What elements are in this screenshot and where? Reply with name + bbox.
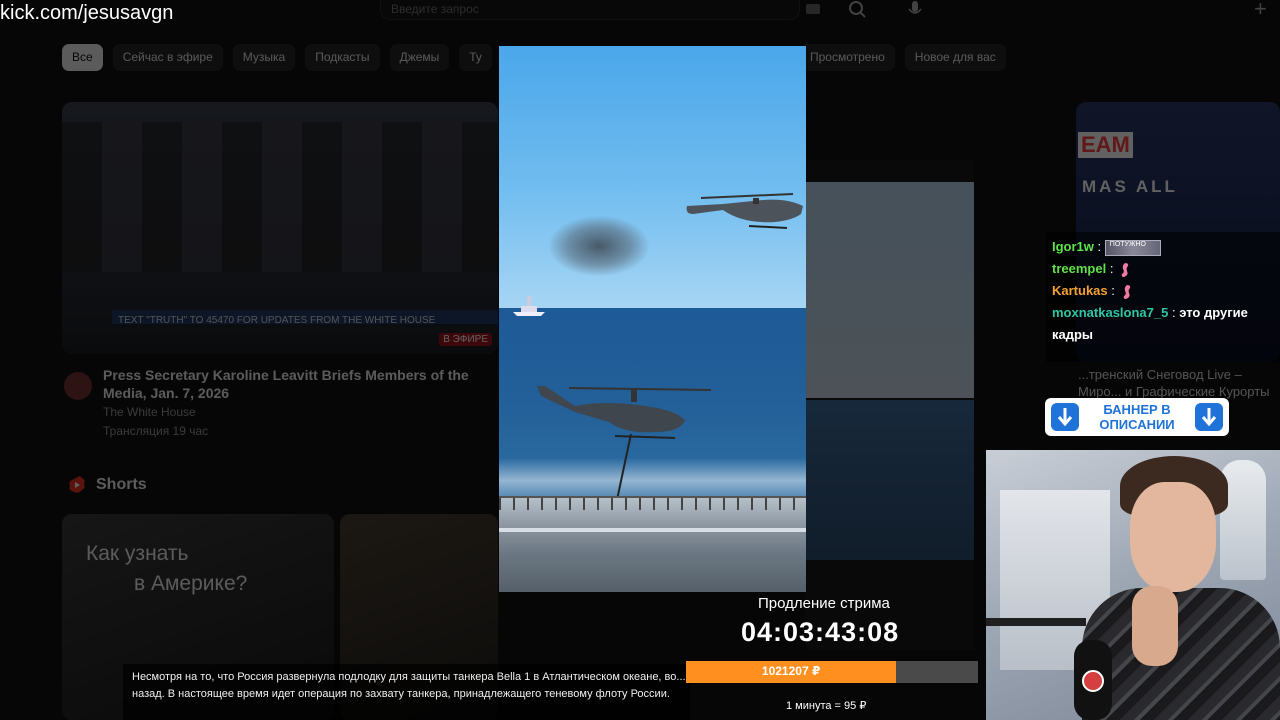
chip-new-for-you[interactable]: Новое для вас (904, 44, 1006, 71)
live-badge: В ЭФИРЕ (439, 333, 492, 346)
video-thumbnail[interactable]: TEXT "TRUTH" TO 45470 FOR UPDATES FROM T… (62, 102, 498, 354)
main-video-player[interactable] (499, 46, 806, 592)
stream-extension-label: Продление стрима (758, 595, 890, 612)
shorts-icon (69, 476, 85, 493)
helicopter (686, 193, 803, 229)
thumbnail-scene (62, 122, 498, 272)
thumbnail-lower-third: TEXT "TRUTH" TO 45470 FOR UPDATES FROM T… (112, 310, 498, 326)
yt-filter-chips-right: Просмотрено Новое для вас (800, 44, 1006, 71)
smoke (549, 216, 649, 276)
chat-username[interactable]: moxnatkaslona7_5 (1052, 305, 1168, 320)
create-icon[interactable]: + (1254, 0, 1267, 22)
donation-rate: 1 минута = 95 ₽ (786, 700, 867, 712)
chip-live[interactable]: Сейчас в эфире (112, 44, 223, 71)
chat-message: Kartukas : (1052, 280, 1274, 302)
yt-search-input[interactable]: Введите запрос (380, 0, 800, 20)
flamingo-emote (1123, 284, 1130, 299)
chip-music[interactable]: Музыка (232, 44, 296, 71)
donation-progress-bar: 1021207 ₽ (686, 661, 978, 683)
arrow-down-icon (1195, 403, 1223, 431)
streamer-webcam (986, 450, 1280, 720)
banner-text: БАННЕР В ОПИСАНИИ (1099, 402, 1175, 432)
chat-username[interactable]: Kartukas (1052, 283, 1108, 298)
chat-username[interactable]: Igor1w (1052, 239, 1094, 254)
video-channel[interactable]: The White House (103, 405, 196, 419)
mic-arm (986, 618, 1086, 626)
stream-url: kick.com/jesusavgn (0, 2, 174, 24)
chip-partial[interactable]: Ту (459, 44, 492, 71)
chip-jams[interactable]: Джемы (389, 44, 450, 71)
thumbnail-promo-text: MAS ALL (1082, 177, 1178, 196)
video-title[interactable]: ...тренский Снеговод Live – Миро... и Гр… (1078, 366, 1280, 400)
chat-username[interactable]: treempel (1052, 261, 1106, 276)
chat-panel: Igor1w : ПОТУЖНО treempel : Kartukas : m… (1046, 232, 1280, 362)
video-views: Трансляция 19 час (103, 424, 209, 438)
chat-message: Igor1w : ПОТУЖНО (1052, 236, 1274, 258)
keyboard-icon[interactable] (806, 4, 820, 14)
helicopter (537, 386, 712, 439)
chip-all[interactable]: Все (62, 44, 103, 71)
streamer-hand (1132, 586, 1178, 666)
streamer-face (1130, 482, 1216, 592)
search-icon[interactable] (846, 0, 868, 20)
banner-in-description: БАННЕР В ОПИСАНИИ (1045, 398, 1229, 436)
stream-extension-timer: 04:03:43:08 (741, 617, 900, 647)
thumbnail-promo-text: EAM (1078, 132, 1133, 158)
yt-filter-chips: Все Сейчас в эфире Музыка Подкасты Джемы… (62, 44, 492, 71)
chat-message: moxnatkaslona7_5 : это другие кадры (1052, 305, 1248, 342)
news-text: Несмотря на то, что Россия развернула по… (132, 671, 686, 700)
news-ticker: Несмотря на то, что Россия развернула по… (123, 664, 690, 720)
microphone-icon[interactable] (904, 0, 926, 20)
chip-watched[interactable]: Просмотрено (800, 44, 895, 71)
video-title[interactable]: Press Secretary Karoline Leavitt Briefs … (103, 366, 498, 402)
potuzhno-emote: ПОТУЖНО (1104, 239, 1161, 256)
channel-avatar[interactable] (64, 372, 92, 400)
mic-logo-icon (1082, 670, 1104, 692)
chip-podcasts[interactable]: Подкасты (305, 44, 380, 71)
short-caption-line1: Как узнать (86, 542, 189, 565)
yt-search-placeholder: Введите запрос (391, 2, 479, 16)
flamingo-emote (1121, 262, 1129, 277)
shorts-title: Shorts (96, 476, 147, 493)
chat-message: treempel : (1052, 258, 1274, 280)
short-caption-line2: в Америке? (134, 572, 248, 595)
video-thumbnail[interactable] (806, 160, 974, 650)
arrow-down-icon (1051, 403, 1079, 431)
distant-ship (513, 296, 545, 316)
donation-amount: 1021207 ₽ (761, 664, 821, 678)
ship-deck (499, 496, 806, 592)
